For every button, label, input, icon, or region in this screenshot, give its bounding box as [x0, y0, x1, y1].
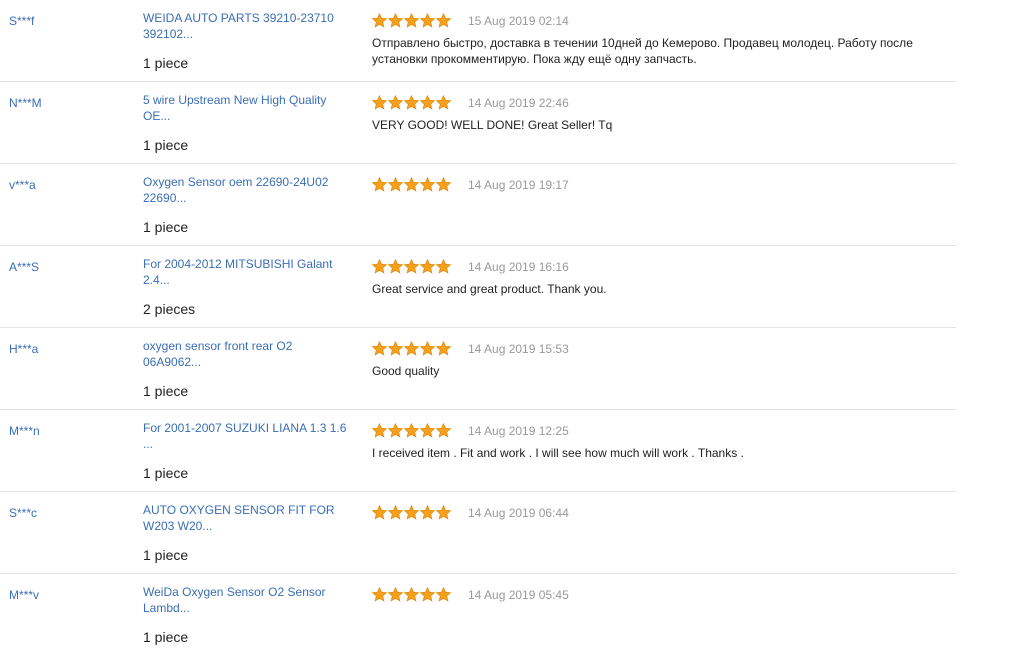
star-icon	[388, 341, 403, 356]
star-icon	[388, 177, 403, 192]
star-icon	[388, 505, 403, 520]
star-icon	[436, 423, 451, 438]
star-rating	[372, 505, 451, 521]
buyer-name: H***a	[9, 342, 39, 356]
feedback-row: S***c AUTO OXYGEN SENSOR FIT FOR W203 W2…	[0, 492, 956, 574]
star-icon	[388, 259, 403, 274]
product-link[interactable]: For 2004-2012 MITSUBISHI Galant 2.4...	[143, 256, 353, 288]
star-icon	[436, 13, 451, 28]
product-link[interactable]: For 2001-2007 SUZUKI LIANA 1.3 1.6 ...	[143, 420, 353, 452]
star-icon	[372, 341, 387, 356]
star-rating	[372, 177, 451, 193]
feedback-row: N***M 5 wire Upstream New High Quality O…	[0, 82, 956, 164]
star-icon	[436, 587, 451, 602]
product-link[interactable]: AUTO OXYGEN SENSOR FIT FOR W203 W20...	[143, 502, 353, 534]
product-link[interactable]: WeiDa Oxygen Sensor O2 Sensor Lambd...	[143, 584, 353, 616]
star-icon	[436, 177, 451, 192]
review-date: 14 Aug 2019 05:45	[468, 588, 569, 602]
star-icon	[372, 177, 387, 192]
star-icon	[388, 423, 403, 438]
star-icon	[436, 95, 451, 110]
star-icon	[420, 423, 435, 438]
feedback-list: S***f WEIDA AUTO PARTS 39210-23710 39210…	[0, 0, 956, 655]
star-icon	[420, 95, 435, 110]
review-date: 15 Aug 2019 02:14	[468, 14, 569, 28]
star-icon	[404, 259, 419, 274]
buyer-name: v***a	[9, 178, 36, 192]
review-date: 14 Aug 2019 22:46	[468, 96, 569, 110]
star-icon	[404, 341, 419, 356]
star-icon	[420, 177, 435, 192]
feedback-text: Отправлено быстро, доставка в течении 10…	[372, 36, 913, 66]
star-icon	[420, 13, 435, 28]
star-icon	[404, 423, 419, 438]
review-date: 14 Aug 2019 15:53	[468, 342, 569, 356]
product-link[interactable]: 5 wire Upstream New High Quality OE...	[143, 92, 353, 124]
review-date: 14 Aug 2019 12:25	[468, 424, 569, 438]
feedback-row: v***a Oxygen Sensor oem 22690-24U02 2269…	[0, 164, 956, 246]
star-icon	[372, 587, 387, 602]
star-icon	[372, 259, 387, 274]
star-icon	[436, 505, 451, 520]
buyer-name: S***c	[9, 506, 38, 520]
product-link[interactable]: oxygen sensor front rear O2 06A9062...	[143, 338, 353, 370]
star-icon	[404, 177, 419, 192]
buyer-name: A***S	[9, 260, 40, 274]
quantity: 1 piece	[143, 465, 189, 481]
buyer-name: M***n	[9, 424, 40, 438]
star-rating	[372, 341, 451, 357]
star-icon	[388, 13, 403, 28]
quantity: 2 pieces	[143, 301, 196, 317]
buyer-name: M***v	[9, 588, 40, 602]
star-icon	[436, 341, 451, 356]
star-rating	[372, 13, 451, 29]
star-icon	[372, 423, 387, 438]
product-link[interactable]: Oxygen Sensor oem 22690-24U02 22690...	[143, 174, 353, 206]
feedback-text: Great service and great product. Thank y…	[372, 282, 607, 296]
feedback-text: Good quality	[372, 364, 440, 378]
star-icon	[420, 587, 435, 602]
product-link[interactable]: WEIDA AUTO PARTS 39210-23710 392102...	[143, 10, 353, 42]
quantity: 1 piece	[143, 55, 189, 71]
star-rating	[372, 259, 451, 275]
star-icon	[436, 259, 451, 274]
feedback-row: S***f WEIDA AUTO PARTS 39210-23710 39210…	[0, 0, 956, 82]
star-icon	[420, 505, 435, 520]
review-date: 14 Aug 2019 16:16	[468, 260, 569, 274]
star-icon	[420, 341, 435, 356]
feedback-row: H***a oxygen sensor front rear O2 06A906…	[0, 328, 956, 410]
quantity: 1 piece	[143, 137, 189, 153]
star-rating	[372, 587, 451, 603]
star-rating	[372, 95, 451, 111]
star-rating	[372, 423, 451, 439]
star-icon	[388, 587, 403, 602]
feedback-row: M***v WeiDa Oxygen Sensor O2 Sensor Lamb…	[0, 574, 956, 655]
quantity: 1 piece	[143, 219, 189, 235]
quantity: 1 piece	[143, 629, 189, 645]
star-icon	[404, 95, 419, 110]
star-icon	[372, 505, 387, 520]
star-icon	[372, 13, 387, 28]
review-date: 14 Aug 2019 06:44	[468, 506, 569, 520]
buyer-name: N***M	[9, 96, 42, 110]
review-date: 14 Aug 2019 19:17	[468, 178, 569, 192]
feedback-row: A***S For 2004-2012 MITSUBISHI Galant 2.…	[0, 246, 956, 328]
star-icon	[404, 587, 419, 602]
feedback-row: M***n For 2001-2007 SUZUKI LIANA 1.3 1.6…	[0, 410, 956, 492]
star-icon	[388, 95, 403, 110]
buyer-name: S***f	[9, 14, 35, 28]
quantity: 1 piece	[143, 547, 189, 563]
star-icon	[372, 95, 387, 110]
star-icon	[420, 259, 435, 274]
quantity: 1 piece	[143, 383, 189, 399]
feedback-text: I received item . Fit and work . I will …	[372, 446, 744, 460]
star-icon	[404, 505, 419, 520]
feedback-text: VERY GOOD! WELL DONE! Great Seller! Tq	[372, 118, 613, 132]
star-icon	[404, 13, 419, 28]
